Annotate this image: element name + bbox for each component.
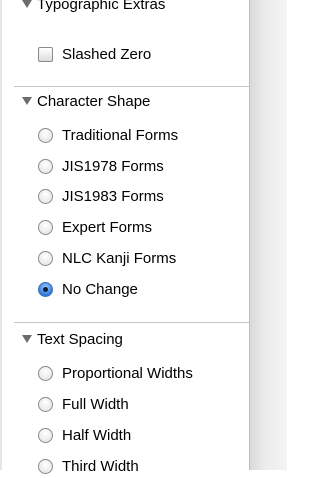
option-label: Third Width	[62, 458, 139, 475]
option-label: Expert Forms	[62, 219, 153, 236]
text-spacing-option[interactable]: Full Width	[38, 394, 129, 416]
disclosure-triangle-icon[interactable]	[22, 0, 32, 8]
radio-button[interactable]	[38, 128, 53, 143]
option-label: NLC Kanji Forms	[62, 250, 177, 267]
radio-button[interactable]	[38, 428, 53, 443]
disclosure-triangle-icon[interactable]	[22, 97, 32, 105]
radio-button[interactable]	[38, 251, 53, 266]
left-edge	[0, 0, 2, 470]
option-label: JIS1978 Forms	[62, 158, 164, 175]
option-label: JIS1983 Forms	[62, 188, 164, 205]
character-shape-option[interactable]: Traditional Forms	[38, 125, 179, 147]
radio-button[interactable]	[38, 397, 53, 412]
section-header-text-spacing[interactable]: Text Spacing	[22, 329, 123, 351]
text-spacing-option[interactable]: Half Width	[38, 425, 132, 447]
character-shape-option-selected[interactable]: No Change	[38, 279, 138, 301]
section-separator	[14, 86, 249, 87]
font-features-panel: Typographic Extras Slashed Zero Characte…	[0, 0, 287, 475]
slashed-zero-checkbox[interactable]	[38, 47, 53, 62]
character-shape-option[interactable]: JIS1983 Forms	[38, 186, 164, 208]
text-spacing-option[interactable]: Proportional Widths	[38, 363, 193, 385]
option-label: Traditional Forms	[62, 127, 179, 144]
character-shape-option[interactable]: JIS1978 Forms	[38, 156, 164, 178]
slashed-zero-label: Slashed Zero	[62, 46, 152, 63]
character-shape-option[interactable]: Expert Forms	[38, 217, 153, 239]
section-header-character-shape[interactable]: Character Shape	[22, 91, 150, 113]
radio-button-selected[interactable]	[38, 282, 53, 297]
section-separator	[14, 322, 249, 323]
radio-button[interactable]	[38, 189, 53, 204]
option-label: Full Width	[62, 396, 129, 413]
slashed-zero-option[interactable]: Slashed Zero	[38, 44, 152, 66]
option-label: Half Width	[62, 427, 132, 444]
panel-scroll-edge	[249, 0, 287, 470]
section-header-typographic-extras[interactable]: Typographic Extras	[22, 0, 165, 16]
character-shape-option[interactable]: NLC Kanji Forms	[38, 248, 177, 270]
radio-button[interactable]	[38, 366, 53, 381]
text-spacing-option[interactable]: Third Width	[38, 456, 139, 478]
radio-button[interactable]	[38, 159, 53, 174]
disclosure-triangle-icon[interactable]	[22, 335, 32, 343]
option-label: Proportional Widths	[62, 365, 193, 382]
option-label: No Change	[62, 281, 138, 298]
radio-button[interactable]	[38, 459, 53, 474]
radio-button[interactable]	[38, 220, 53, 235]
